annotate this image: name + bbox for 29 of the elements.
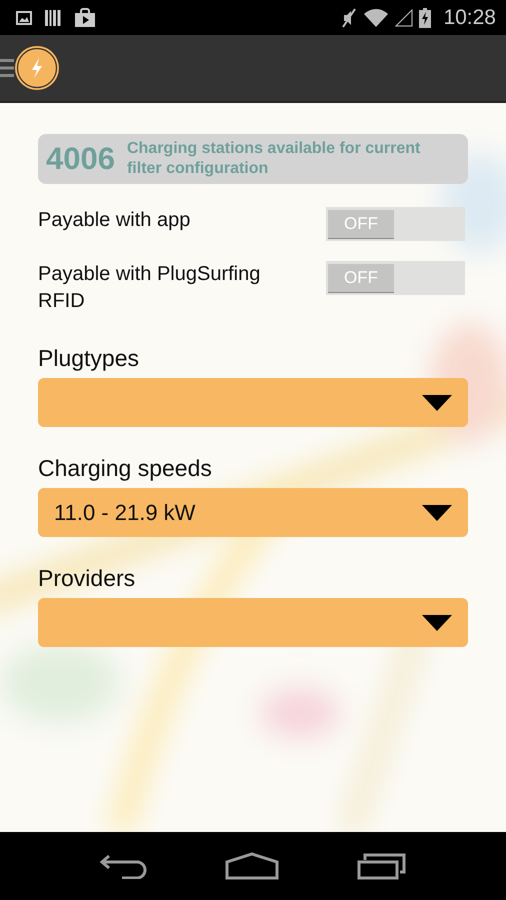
dropdown-arrow-icon	[422, 614, 452, 630]
shopping-bag-icon	[74, 8, 96, 28]
muted-speaker-icon	[341, 8, 358, 28]
clock-time: 10:28	[443, 6, 496, 30]
dropdown-label: Charging speeds	[38, 455, 213, 482]
lightning-logo-icon	[14, 45, 60, 91]
barcode-icon	[44, 8, 62, 26]
dropdown[interactable]: 11.0 - 21.9 kW	[38, 488, 468, 537]
summary-text: Charging stations available for current filter configuration	[126, 139, 422, 179]
dropdown-label: Providers	[38, 565, 136, 592]
toggle-switch[interactable]: OFF	[326, 261, 465, 295]
station-count: 4006	[46, 141, 115, 177]
toggle-label: Payable with app	[38, 208, 192, 233]
toggle-thumb: OFF	[328, 210, 394, 238]
dropdown-label: Plugtypes	[38, 345, 140, 372]
dropdown-arrow-icon	[422, 504, 452, 520]
battery-icon	[419, 8, 432, 28]
menu-logo-button[interactable]	[0, 45, 60, 91]
home-icon	[225, 852, 279, 880]
recent-apps-icon	[357, 852, 407, 880]
menu-icon	[0, 57, 14, 79]
image-icon	[16, 10, 32, 24]
toggle-switch[interactable]: OFF	[326, 207, 465, 241]
toggle-label: Payable with PlugSurfing RFID	[38, 262, 262, 314]
back-icon	[99, 853, 147, 879]
signal-icon	[395, 8, 414, 26]
toggle-thumb: OFF	[328, 264, 394, 292]
dropdown-arrow-icon	[422, 394, 452, 410]
wifi-icon	[363, 8, 390, 28]
